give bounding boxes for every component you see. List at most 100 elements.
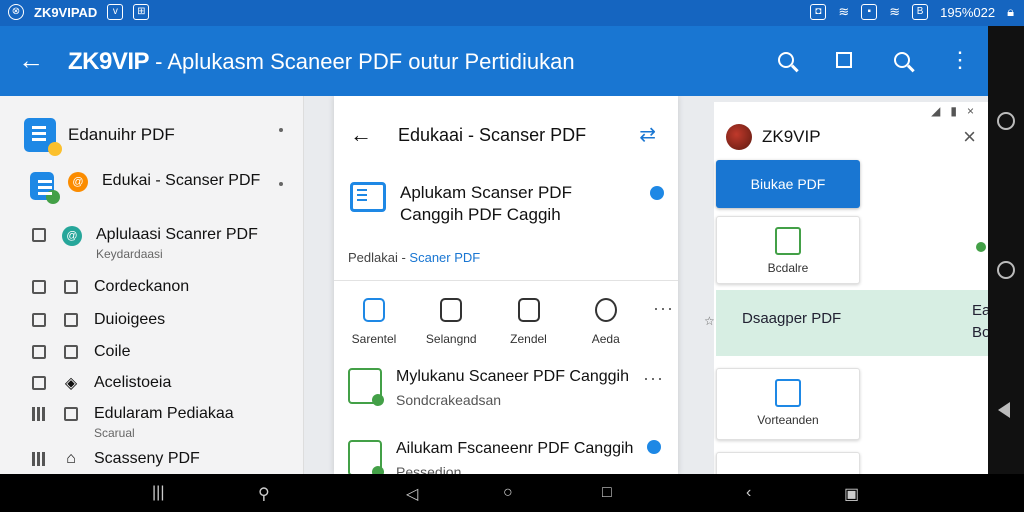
action-label: Zendel <box>510 332 547 346</box>
wifi-icon: ≋ <box>889 4 901 19</box>
highlight-label: Dsaagper PDF <box>742 310 842 327</box>
list-item-title: Aplukam Scanser PDF Canggih PDF Caggih <box>400 183 572 224</box>
action-label: Aeda <box>591 332 620 346</box>
back-arrow-icon[interactable]: ← <box>18 46 44 74</box>
image-icon <box>30 343 48 361</box>
breadcrumb: Pedlakai - Scaner PDF <box>348 250 480 265</box>
home-icon[interactable] <box>997 112 1015 130</box>
drawer-item-label: Coile <box>94 343 131 360</box>
share-icon[interactable]: ⇄ <box>639 122 656 147</box>
grid-icon <box>30 405 48 423</box>
action-label: Sarentel <box>351 332 397 346</box>
action-card[interactable]: Vorteanden <box>716 368 860 440</box>
shield-icon: ◈ <box>64 375 78 392</box>
battery-icon: B <box>912 4 929 20</box>
more-icon[interactable]: ⋮ <box>948 46 972 74</box>
drawer-item[interactable]: ⌂ Scasseny PDF <box>30 450 200 468</box>
drawer-item[interactable]: Cordeckanon <box>30 278 189 296</box>
action-card[interactable] <box>716 452 860 474</box>
page-title: ZK9VIP - Aplukasm Scaneer PDF outur Pert… <box>68 48 575 76</box>
drawer-item-label: Duioigees <box>94 311 166 328</box>
v-badge-icon: v <box>107 4 124 20</box>
home-icon: ⌂ <box>66 450 76 467</box>
drawer-item[interactable]: ◈ Acelistoeia <box>30 374 171 392</box>
more-icon[interactable] <box>279 128 283 132</box>
back-arrow-icon[interactable]: ← <box>350 122 372 148</box>
document-sheet: ← Edukaai - Scanser PDF ⇄ Aplukam Scanse… <box>334 96 678 474</box>
list-icon <box>30 374 48 392</box>
drawer-item-sub: Keydardaasi <box>96 247 163 261</box>
highlight-right-2: Bo <box>972 324 988 341</box>
file-icon <box>30 311 48 329</box>
status-bar: ⊗ ZK9VIPAD v ⊞ ◘ ≋ ▪ ≋ B 195%022 🔒︎ <box>0 0 1024 26</box>
drawer-item[interactable]: @ Edukai - Scanser PDF <box>30 172 261 204</box>
card-label: Vorteanden <box>757 413 819 427</box>
more-icon[interactable]: ··· <box>643 368 664 408</box>
status-left-text: ZK9VIPAD <box>34 4 98 20</box>
checkbox-icon <box>62 405 80 423</box>
status-right-text: 195%022 <box>940 4 996 20</box>
action-button[interactable]: Selangnd <box>421 298 481 346</box>
square-icon[interactable] <box>832 46 856 74</box>
app-logo-icon: ⊗ <box>8 4 24 20</box>
chevron-left-icon[interactable]: ‹ <box>746 484 751 502</box>
more-icon[interactable] <box>279 182 283 186</box>
breadcrumb-link[interactable]: Scaner PDF <box>409 250 480 265</box>
file-item[interactable]: Ailukam Fscaneenr PDF Canggih Pessedion <box>348 440 662 474</box>
content-area: Edanuihr PDF @ Edukai - Scanser PDF @ Ap… <box>0 96 988 474</box>
action-card[interactable]: Bcdalre <box>716 216 860 284</box>
more-icon[interactable]: ··· <box>653 298 674 346</box>
action-row: Sarentel Selangnd Zendel Aeda ··· <box>344 298 674 346</box>
drawer-item-label: Edukai - Scanser PDF <box>102 172 261 189</box>
print-icon <box>440 298 463 322</box>
image-icon <box>62 343 80 361</box>
close-icon: × <box>966 104 974 118</box>
home-icon[interactable]: ○ <box>503 484 513 502</box>
edit-doc-icon <box>775 227 801 255</box>
file-subtitle: Pessedion <box>396 464 462 474</box>
action-button[interactable]: Zendel <box>499 298 559 346</box>
file-title: Mylukanu Scaneer PDF Canggih <box>396 368 630 385</box>
wifi-icon: ≋ <box>838 4 850 19</box>
drawer-item[interactable]: Duioigees <box>30 311 165 329</box>
action-button[interactable]: Sarentel <box>344 298 404 346</box>
close-icon[interactable]: × <box>963 124 976 150</box>
drawer-item[interactable]: @ Aplulaasi Scanrer PDF Keydardaasi <box>30 226 258 261</box>
drawer-item[interactable]: Coile <box>30 343 130 361</box>
overview-icon[interactable]: □ <box>602 484 612 502</box>
drawer-item[interactable]: Edularam Pediakaa Scarual <box>30 405 234 440</box>
clipboard-icon <box>363 298 385 322</box>
lock-icon: 🔒︎ <box>1007 4 1014 19</box>
primary-button[interactable]: Biukae PDF <box>716 160 860 208</box>
back-icon[interactable] <box>998 402 1010 418</box>
grid-icon <box>30 450 48 468</box>
archive-icon <box>517 298 540 322</box>
search-icon[interactable] <box>890 46 914 74</box>
file-title: Ailukam Fscaneenr PDF Canggih <box>396 440 634 457</box>
popup-status-icons: ◢ ▮ × <box>931 104 974 118</box>
document-icon <box>30 278 48 296</box>
back-icon[interactable]: ◁ <box>406 484 418 504</box>
popup-title: ZK9VIP <box>762 127 821 146</box>
side-nav-strip <box>988 26 1024 474</box>
spreadsheet-icon <box>348 368 384 406</box>
list-item[interactable]: Aplukam Scanser PDF Canggih PDF Caggih <box>350 182 664 226</box>
battery-icon: ▮ <box>950 104 957 118</box>
drawer-item-sub: Scarual <box>94 426 135 440</box>
file-icon <box>62 311 80 329</box>
image-icon: ▪ <box>861 4 878 20</box>
highlight-row[interactable]: Dsaagper PDF Ea Bo <box>716 290 988 356</box>
brush-icon[interactable]: ⚲ <box>258 484 270 504</box>
print-icon[interactable]: ▣ <box>844 484 859 504</box>
info-icon <box>594 298 617 322</box>
file-item[interactable]: Mylukanu Scaneer PDF Canggih Sondcrakead… <box>348 368 664 408</box>
action-button[interactable]: Aeda <box>576 298 636 346</box>
sheet-title: Edukaai - Scanser PDF <box>398 124 587 145</box>
search-icon[interactable] <box>774 46 798 74</box>
quick-actions-popup: ◢ ▮ × ZK9VIP × Biukae PDF Bcdalre Dsaagp… <box>704 102 988 474</box>
home-icon[interactable] <box>997 261 1015 279</box>
folder-icon <box>30 226 48 244</box>
image-icon: ⊞ <box>133 4 150 20</box>
drawer-title: Edanuihr PDF <box>68 125 175 144</box>
recents-icon[interactable]: ||| <box>152 484 164 502</box>
